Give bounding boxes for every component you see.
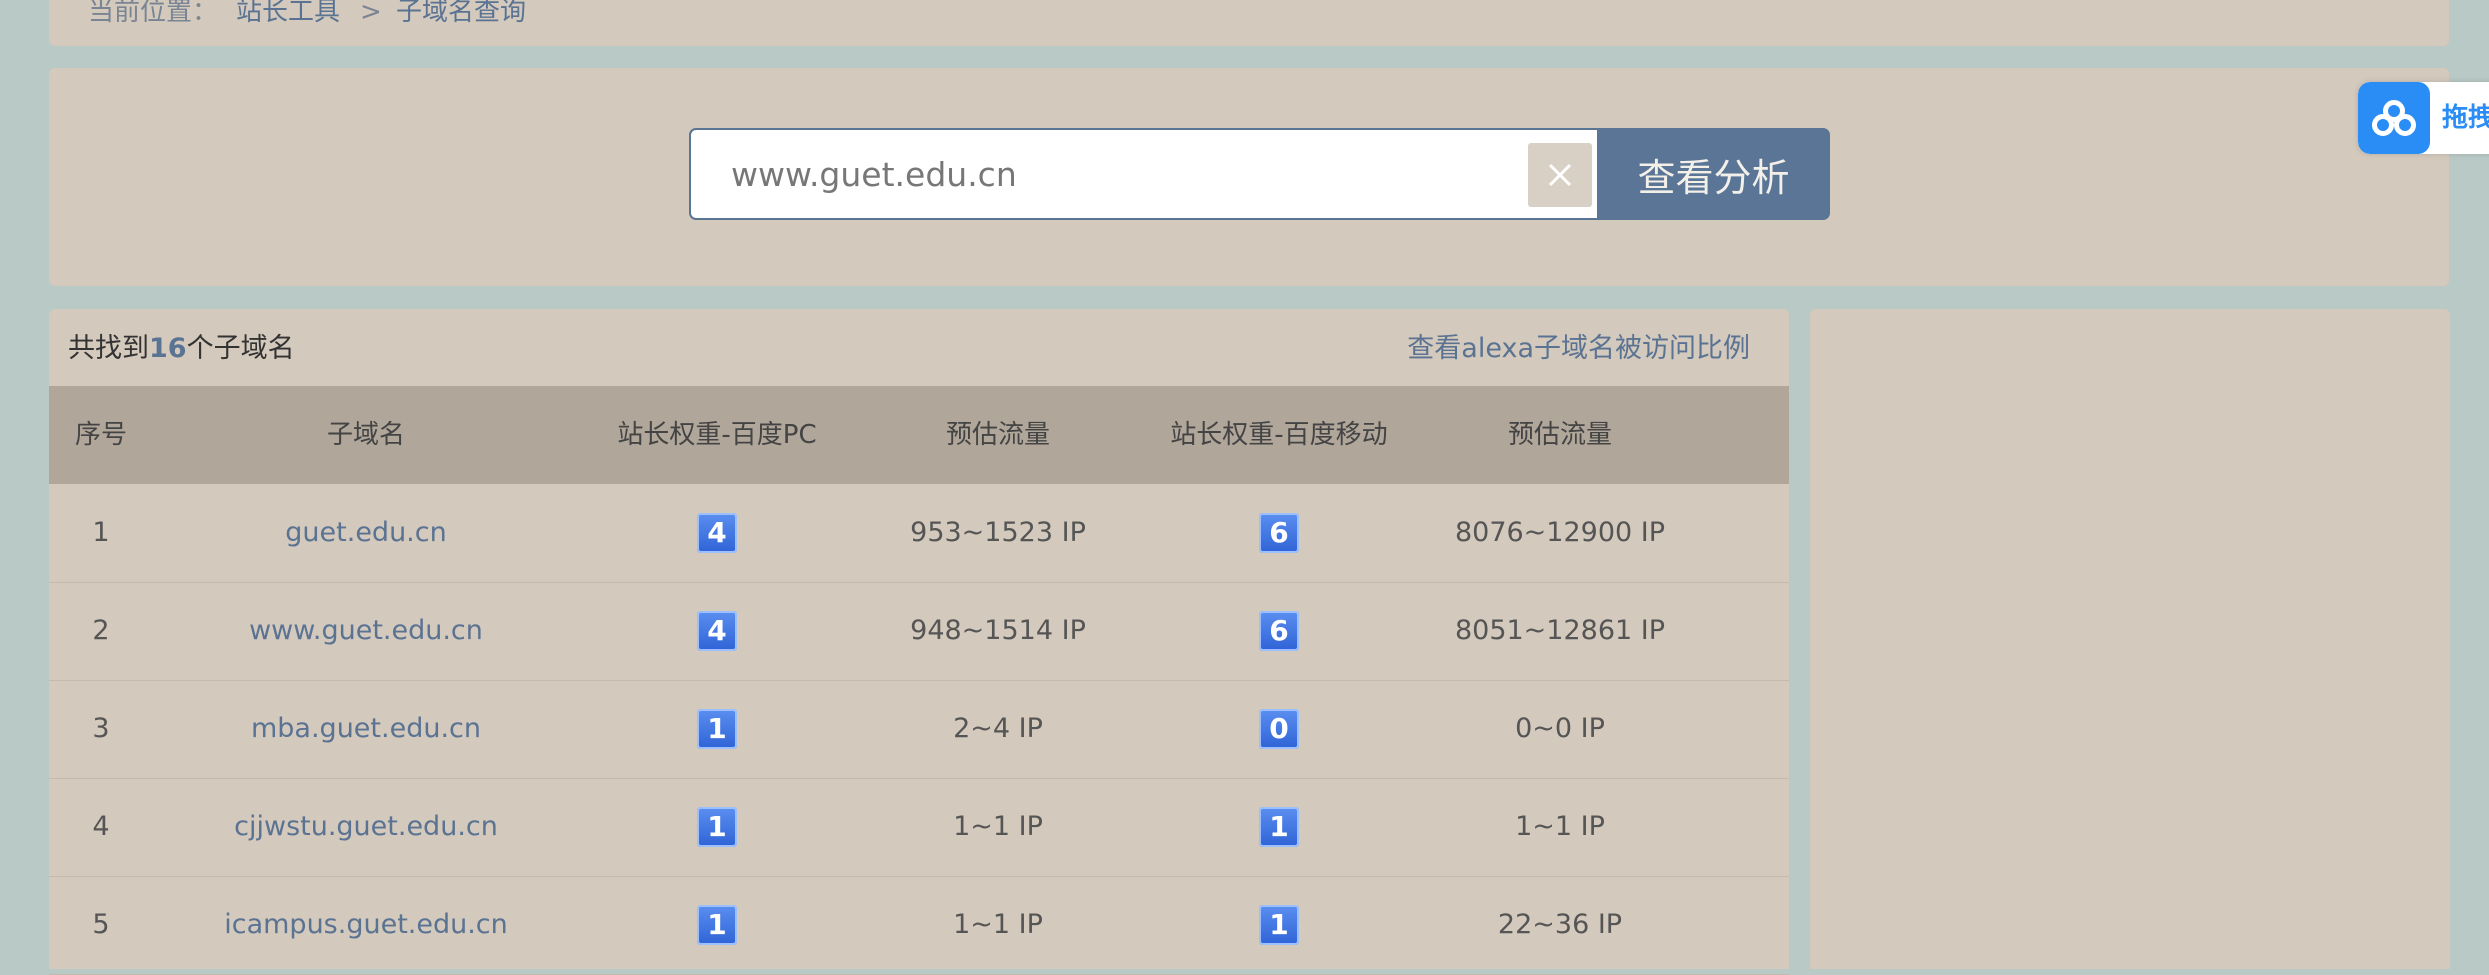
subdomain-link[interactable]: www.guet.edu.cn — [249, 582, 483, 680]
mobile-traffic: 22~36 IP — [1497, 909, 1623, 940]
pc-rank-badge: 1 — [697, 709, 737, 749]
mobile-rank-badge: 1 — [1259, 905, 1299, 945]
subdomain-link[interactable]: icampus.guet.edu.cn — [224, 876, 508, 974]
col-header-mobile-traffic: 预估流量 — [1507, 420, 1613, 450]
row-index: 3 — [92, 713, 110, 744]
breadcrumb-home-link[interactable]: 站长工具 — [236, 0, 340, 32]
alexa-ratio-link[interactable]: 查看alexa子域名被访问比例 — [1407, 329, 1750, 369]
col-header-index: 序号 — [74, 420, 128, 450]
table-row: 4 cjjwstu.guet.edu.cn 1 1~1 IP 1 1~1 IP — [49, 778, 1789, 877]
netdisk-float-label: 拖拽 — [2442, 103, 2489, 133]
table-row: 2 www.guet.edu.cn 4 948~1514 IP 6 8051~1… — [49, 582, 1789, 681]
close-icon — [1548, 163, 1572, 187]
result-summary: 共找到16个子域名 — [68, 329, 295, 369]
mobile-traffic: 0~0 IP — [1515, 713, 1605, 744]
breadcrumb-separator: > — [360, 0, 382, 27]
pc-traffic: 948~1514 IP — [910, 615, 1086, 646]
pc-traffic: 953~1523 IP — [910, 517, 1086, 548]
netdisk-float-widget[interactable]: 拖拽 — [2358, 82, 2489, 154]
domain-search-input[interactable] — [689, 128, 1597, 220]
table-row: 3 mba.guet.edu.cn 1 2~4 IP 0 0~0 IP — [49, 680, 1789, 779]
col-header-pc-rank: 站长权重-百度PC — [617, 420, 817, 450]
subdomain-link[interactable]: cjjwstu.guet.edu.cn — [234, 778, 498, 876]
table-row: 1 guet.edu.cn 4 953~1523 IP 6 8076~12900… — [49, 484, 1789, 583]
mobile-rank-badge: 1 — [1259, 807, 1299, 847]
baidu-netdisk-icon — [2358, 82, 2430, 154]
mobile-rank-badge: 0 — [1259, 709, 1299, 749]
clear-input-button[interactable] — [1528, 143, 1592, 207]
pc-rank-badge: 4 — [697, 611, 737, 651]
col-header-subdomain: 子域名 — [326, 420, 406, 450]
subdomain-link[interactable]: mba.guet.edu.cn — [251, 680, 481, 778]
col-header-mobile-rank: 站长权重-百度移动 — [1170, 420, 1388, 450]
row-index: 4 — [92, 811, 110, 842]
col-header-pc-traffic: 预估流量 — [945, 420, 1051, 450]
sidebar-panel — [1810, 309, 2450, 969]
mobile-traffic: 1~1 IP — [1515, 811, 1605, 842]
pc-traffic: 2~4 IP — [953, 713, 1043, 744]
mobile-traffic: 8051~12861 IP — [1454, 615, 1666, 646]
pc-traffic: 1~1 IP — [953, 811, 1043, 842]
subdomain-count: 16 — [149, 333, 187, 364]
subdomain-link[interactable]: guet.edu.cn — [285, 484, 446, 582]
mobile-rank-badge: 6 — [1259, 611, 1299, 651]
analyze-button[interactable]: 查看分析 — [1597, 128, 1830, 220]
row-index: 1 — [92, 517, 110, 548]
mobile-rank-badge: 6 — [1259, 513, 1299, 553]
breadcrumb-current[interactable]: 子域名查询 — [396, 0, 526, 32]
mobile-traffic: 8076~12900 IP — [1454, 517, 1666, 548]
summary-prefix: 共找到 — [68, 333, 149, 364]
pc-traffic: 1~1 IP — [953, 909, 1043, 940]
pc-rank-badge: 1 — [697, 905, 737, 945]
row-index: 5 — [92, 909, 110, 940]
table-header: 序号 子域名 站长权重-百度PC 预估流量 站长权重-百度移动 预估流量 — [49, 386, 1789, 484]
pc-rank-badge: 1 — [697, 807, 737, 847]
table-row: 5 icampus.guet.edu.cn 1 1~1 IP 1 22~36 I… — [49, 876, 1789, 975]
row-index: 2 — [92, 615, 110, 646]
pc-rank-badge: 4 — [697, 513, 737, 553]
summary-suffix: 个子域名 — [186, 333, 295, 364]
breadcrumb-prefix: 当前位置： — [88, 0, 219, 27]
